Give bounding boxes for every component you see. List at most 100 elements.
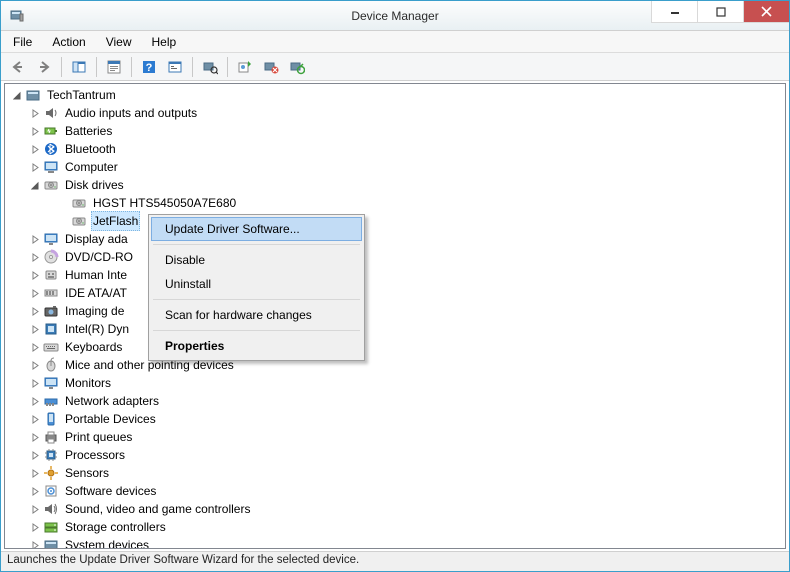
- expander-icon[interactable]: [29, 287, 41, 299]
- uninstall-button[interactable]: [259, 55, 283, 79]
- toolbar-separator: [61, 57, 62, 77]
- expander-icon[interactable]: [11, 89, 23, 101]
- context-disable[interactable]: Disable: [151, 248, 362, 272]
- help-button[interactable]: ?: [137, 55, 161, 79]
- back-button[interactable]: [6, 55, 30, 79]
- tree-label: Sensors: [63, 463, 111, 483]
- expander-icon[interactable]: [29, 179, 41, 191]
- expander-icon[interactable]: [29, 503, 41, 515]
- tree-label: Portable Devices: [63, 409, 158, 429]
- tree-label: Batteries: [63, 121, 114, 141]
- context-uninstall[interactable]: Uninstall: [151, 272, 362, 296]
- tree-node[interactable]: Network adapters: [7, 392, 785, 410]
- expander-icon[interactable]: [29, 305, 41, 317]
- tree-node[interactable]: IDE ATA/AT: [7, 284, 785, 302]
- tree-node[interactable]: Monitors: [7, 374, 785, 392]
- tree-label: Monitors: [63, 373, 113, 393]
- dvd-icon: [43, 249, 59, 265]
- tree-label: Display ada: [63, 229, 130, 249]
- menu-file[interactable]: File: [3, 31, 42, 52]
- properties-button[interactable]: [102, 55, 126, 79]
- tree-node[interactable]: DVD/CD-RO: [7, 248, 785, 266]
- disable-button[interactable]: [285, 55, 309, 79]
- window-buttons: [651, 1, 789, 30]
- tree-label: JetFlash: [91, 211, 140, 231]
- expander-icon[interactable]: [29, 359, 41, 371]
- context-update-driver[interactable]: Update Driver Software...: [151, 217, 362, 241]
- minimize-button[interactable]: [651, 1, 697, 23]
- close-button[interactable]: [743, 1, 789, 23]
- audio-icon: [43, 105, 59, 121]
- tree-node[interactable]: JetFlash: [7, 212, 785, 230]
- hid-icon: [43, 267, 59, 283]
- expander-icon[interactable]: [29, 395, 41, 407]
- expander-icon[interactable]: [29, 161, 41, 173]
- tree-node[interactable]: Storage controllers: [7, 518, 785, 536]
- update-driver-button[interactable]: [233, 55, 257, 79]
- context-scan[interactable]: Scan for hardware changes: [151, 303, 362, 327]
- tree-node[interactable]: Sensors: [7, 464, 785, 482]
- tree-node[interactable]: Audio inputs and outputs: [7, 104, 785, 122]
- expander-icon[interactable]: [29, 485, 41, 497]
- menubar: File Action View Help: [1, 31, 789, 53]
- tree-node[interactable]: Mice and other pointing devices: [7, 356, 785, 374]
- menu-view[interactable]: View: [96, 31, 142, 52]
- tree-node[interactable]: Batteries: [7, 122, 785, 140]
- context-properties[interactable]: Properties: [151, 334, 362, 358]
- expander-icon[interactable]: [29, 233, 41, 245]
- tree-node[interactable]: System devices: [7, 536, 785, 548]
- tree-node[interactable]: Software devices: [7, 482, 785, 500]
- menu-action[interactable]: Action: [42, 31, 95, 52]
- tree-node[interactable]: Sound, video and game controllers: [7, 500, 785, 518]
- show-hide-tree-button[interactable]: [67, 55, 91, 79]
- expander-icon[interactable]: [29, 413, 41, 425]
- expander-icon[interactable]: [29, 107, 41, 119]
- tree-node[interactable]: Keyboards: [7, 338, 785, 356]
- scan-hardware-button[interactable]: [198, 55, 222, 79]
- bluetooth-icon: [43, 141, 59, 157]
- expander-icon[interactable]: [29, 269, 41, 281]
- tree-node[interactable]: Computer: [7, 158, 785, 176]
- maximize-button[interactable]: [697, 1, 743, 23]
- tree-node[interactable]: Display ada: [7, 230, 785, 248]
- expander-icon[interactable]: [29, 143, 41, 155]
- portable-icon: [43, 411, 59, 427]
- tree-node[interactable]: Print queues: [7, 428, 785, 446]
- cpu-icon: [43, 447, 59, 463]
- tree-node[interactable]: Imaging de: [7, 302, 785, 320]
- expander-icon[interactable]: [29, 467, 41, 479]
- expander-icon[interactable]: [29, 251, 41, 263]
- tree-node[interactable]: HGST HTS545050A7E680: [7, 194, 785, 212]
- menu-help[interactable]: Help: [142, 31, 187, 52]
- toolbar-separator: [131, 57, 132, 77]
- expander-icon[interactable]: [29, 449, 41, 461]
- expander-icon[interactable]: [29, 377, 41, 389]
- tree-node[interactable]: Bluetooth: [7, 140, 785, 158]
- monitor-icon: [43, 375, 59, 391]
- tree-label: IDE ATA/AT: [63, 283, 129, 303]
- expander-icon[interactable]: [29, 539, 41, 548]
- tree-node[interactable]: Portable Devices: [7, 410, 785, 428]
- device-tree[interactable]: TechTantrumAudio inputs and outputsBatte…: [5, 84, 785, 548]
- tree-node[interactable]: Disk drives: [7, 176, 785, 194]
- expander-icon[interactable]: [29, 341, 41, 353]
- expander-icon[interactable]: [29, 521, 41, 533]
- tree-node[interactable]: Human Inte: [7, 266, 785, 284]
- tree-label: Bluetooth: [63, 139, 118, 159]
- toolbar-separator: [192, 57, 193, 77]
- forward-button[interactable]: [32, 55, 56, 79]
- tree-node[interactable]: Processors: [7, 446, 785, 464]
- expander-icon[interactable]: [29, 125, 41, 137]
- expander-icon[interactable]: [29, 431, 41, 443]
- action-button[interactable]: [163, 55, 187, 79]
- expander-icon[interactable]: [29, 323, 41, 335]
- tree-root[interactable]: TechTantrum: [7, 86, 785, 104]
- app-icon: [9, 8, 25, 24]
- tree-label: Computer: [63, 157, 120, 177]
- sensor-icon: [43, 465, 59, 481]
- tree-label: Imaging de: [63, 301, 126, 321]
- storage-icon: [43, 519, 59, 535]
- statusbar: Launches the Update Driver Software Wiza…: [1, 551, 789, 571]
- tree-label: Network adapters: [63, 391, 161, 411]
- tree-node[interactable]: Intel(R) Dyn: [7, 320, 785, 338]
